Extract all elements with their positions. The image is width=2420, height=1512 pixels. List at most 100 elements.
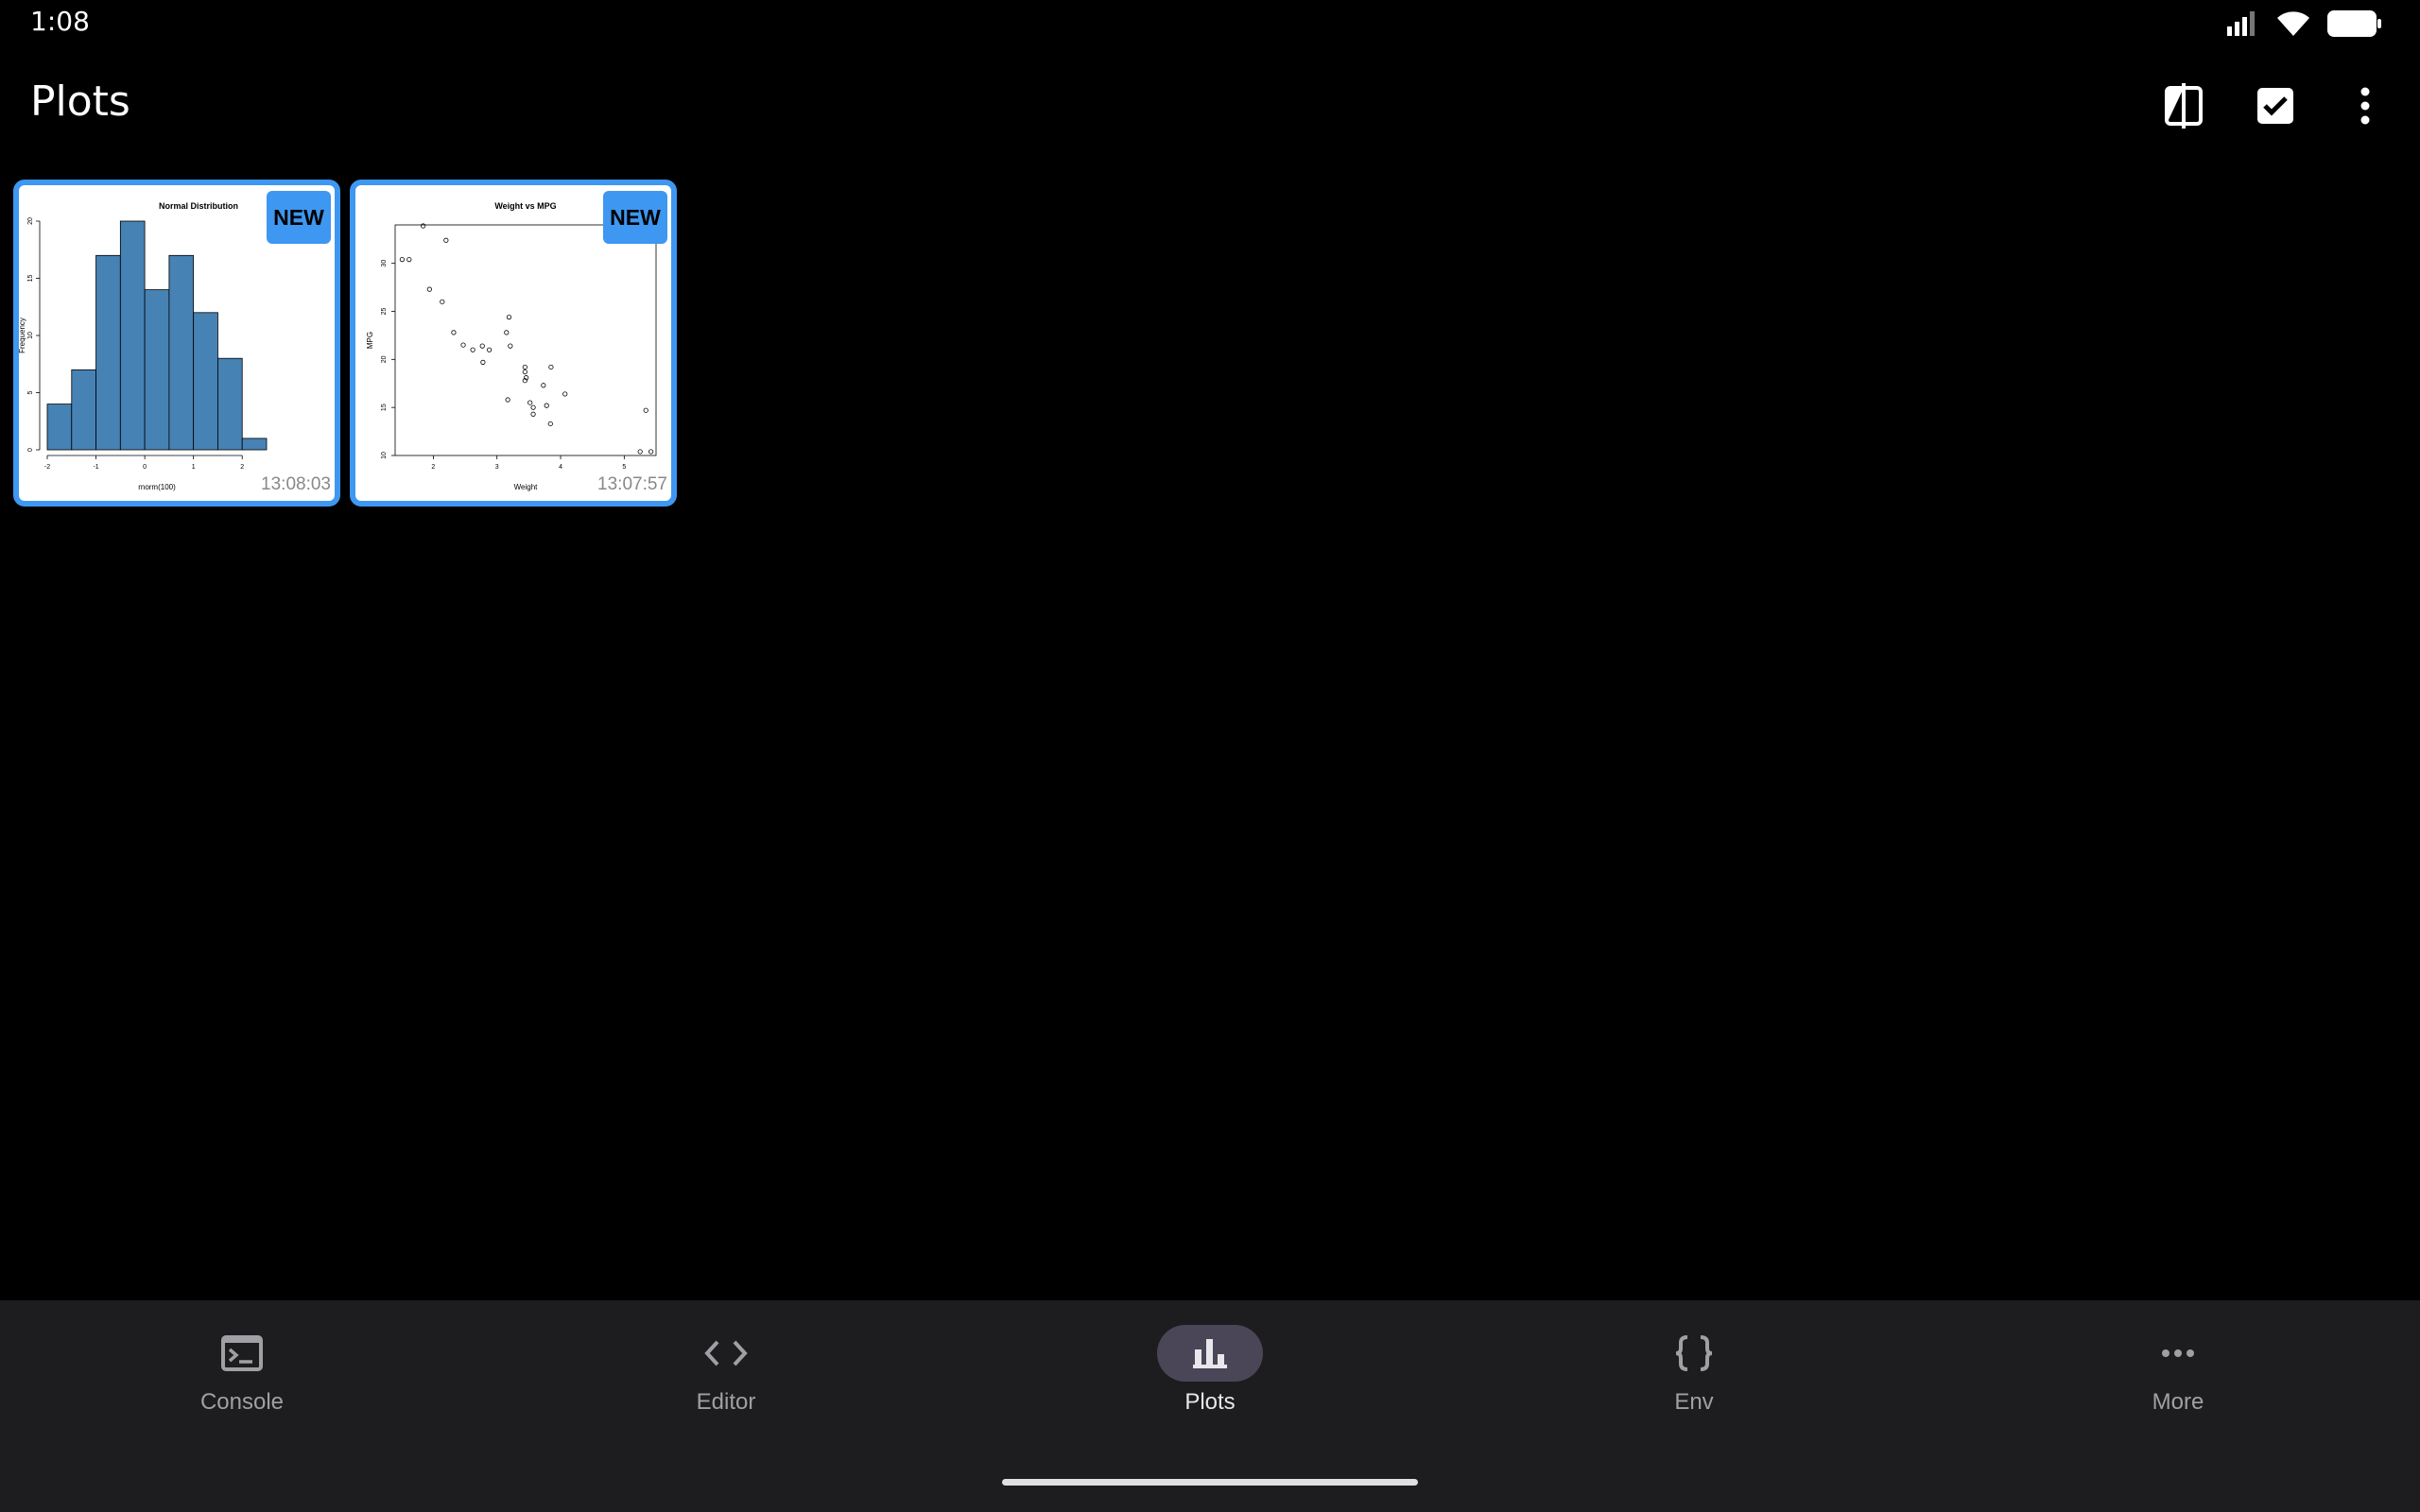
- y-tick-label: 5: [27, 390, 34, 394]
- split-view-button[interactable]: [2155, 77, 2212, 134]
- scatter-point: [451, 330, 457, 335]
- scatter-point: [530, 404, 536, 410]
- status-icons: [2227, 9, 2382, 38]
- chart-title: Normal Distribution: [159, 201, 238, 211]
- new-badge: NEW: [603, 191, 667, 244]
- scatter-point: [479, 343, 485, 349]
- scatter-point: [426, 286, 432, 292]
- more-horiz-icon: [2162, 1349, 2194, 1357]
- x-tick-label: 1: [192, 464, 196, 471]
- more-vert-icon: [2360, 87, 2370, 125]
- scatter-point: [504, 330, 510, 335]
- code-icon: [704, 1340, 748, 1366]
- nav-label: Editor: [696, 1389, 756, 1415]
- nav-icon-container: [1157, 1325, 1263, 1382]
- scatter-point: [548, 364, 554, 370]
- histogram-bar: [217, 357, 243, 451]
- histogram-bar: [168, 254, 195, 451]
- home-indicator: [1002, 1479, 1418, 1486]
- signal-icon: [2227, 11, 2255, 36]
- x-tick-label: 2: [240, 464, 244, 471]
- page-title: Plots: [30, 77, 130, 126]
- select-all-button[interactable]: [2247, 77, 2304, 134]
- scatter-point: [440, 299, 445, 304]
- nav-plots[interactable]: Plots: [968, 1300, 1452, 1452]
- chart-title: Weight vs MPG: [494, 201, 556, 211]
- scatter-point: [406, 257, 412, 263]
- scatter-point: [547, 421, 553, 427]
- y-axis-label: MPG: [366, 332, 374, 349]
- scatter-point: [460, 342, 466, 348]
- split-view-icon: [2165, 83, 2203, 129]
- plot-card[interactable]: Weight vs MPG 2 3 4 5 10 15 20 25 30 Weight MPG NEW…: [350, 180, 677, 507]
- x-tick-label: 5: [622, 464, 626, 471]
- scatter-point: [487, 347, 493, 352]
- y-tick-label: 0: [27, 448, 34, 452]
- nav-more[interactable]: More: [1936, 1300, 2420, 1452]
- x-axis-label: rnorm(100): [138, 483, 176, 491]
- scatter-point: [508, 343, 513, 349]
- nav-console[interactable]: Console: [0, 1300, 484, 1452]
- y-tick-label: 30: [381, 260, 388, 267]
- scatter-point: [541, 383, 546, 388]
- new-badge: NEW: [267, 191, 331, 244]
- wifi-icon: [2277, 11, 2309, 36]
- x-tick-label: -1: [93, 464, 98, 471]
- bar-chart-icon: [1193, 1339, 1227, 1368]
- scatter-point: [505, 397, 510, 403]
- scatter-point: [443, 237, 449, 243]
- histogram-bar: [95, 254, 121, 451]
- nav-label: Console: [199, 1389, 285, 1415]
- y-tick-label: 10: [27, 332, 34, 339]
- y-tick-label: 15: [27, 275, 34, 283]
- scatter-point: [506, 315, 512, 320]
- histogram-bar: [119, 220, 146, 451]
- plot-timestamp: 13:07:57: [597, 474, 667, 494]
- nav-editor[interactable]: Editor: [484, 1300, 968, 1452]
- scatter-point: [643, 407, 648, 413]
- nav-icon-container: [2125, 1325, 2231, 1382]
- x-tick-label: 2: [431, 464, 435, 471]
- terminal-icon: [221, 1335, 263, 1371]
- scatter-point: [522, 364, 527, 370]
- x-tick-label: -2: [44, 464, 50, 471]
- x-tick-label: 3: [495, 464, 499, 471]
- braces-icon: [1675, 1335, 1713, 1371]
- app-bar: Plots: [0, 57, 2420, 155]
- nav-label: Plots: [1184, 1389, 1236, 1415]
- x-axis-label: Weight: [514, 483, 539, 491]
- plots-grid: Normal Distribution -2 -1 0 1 2 0 5 10 15 20 rnorm(…: [13, 180, 677, 507]
- scatter-point: [522, 369, 527, 375]
- plot-box: [394, 224, 657, 456]
- scatter-point: [480, 359, 486, 365]
- x-tick-label: 4: [559, 464, 562, 471]
- y-tick-label: 10: [381, 452, 388, 459]
- battery-icon: [2327, 10, 2381, 37]
- histogram-bar: [193, 312, 218, 451]
- scatter-point: [399, 257, 406, 263]
- histogram-bar: [71, 369, 96, 451]
- nav-icon-container: [1641, 1325, 1747, 1382]
- nav-label: More: [2152, 1389, 2204, 1415]
- histogram-bar: [241, 438, 268, 451]
- plot-card[interactable]: Normal Distribution -2 -1 0 1 2 0 5 10 15 20 rnorm(…: [13, 180, 340, 507]
- scatter-point: [527, 400, 533, 405]
- y-tick-label: 15: [381, 404, 388, 411]
- plot-timestamp: 13:08:03: [261, 474, 331, 494]
- status-time: 1:08: [30, 6, 90, 37]
- y-tick-label: 20: [381, 355, 388, 363]
- scatter-point: [544, 403, 549, 408]
- scatter-point: [421, 223, 426, 229]
- x-tick-label: 0: [143, 464, 147, 471]
- nav-icon-container: [189, 1325, 295, 1382]
- scatter-point: [562, 391, 568, 397]
- y-tick-label: 25: [381, 308, 388, 316]
- y-axis-label: Frequency: [19, 318, 26, 353]
- scatter-point: [637, 449, 643, 455]
- histogram-bar: [46, 404, 73, 451]
- scatter-point: [470, 347, 475, 352]
- status-bar: 1:08: [0, 0, 2420, 45]
- scatter-point: [648, 449, 654, 455]
- more-options-button[interactable]: [2337, 77, 2394, 134]
- nav-env[interactable]: Env: [1452, 1300, 1936, 1452]
